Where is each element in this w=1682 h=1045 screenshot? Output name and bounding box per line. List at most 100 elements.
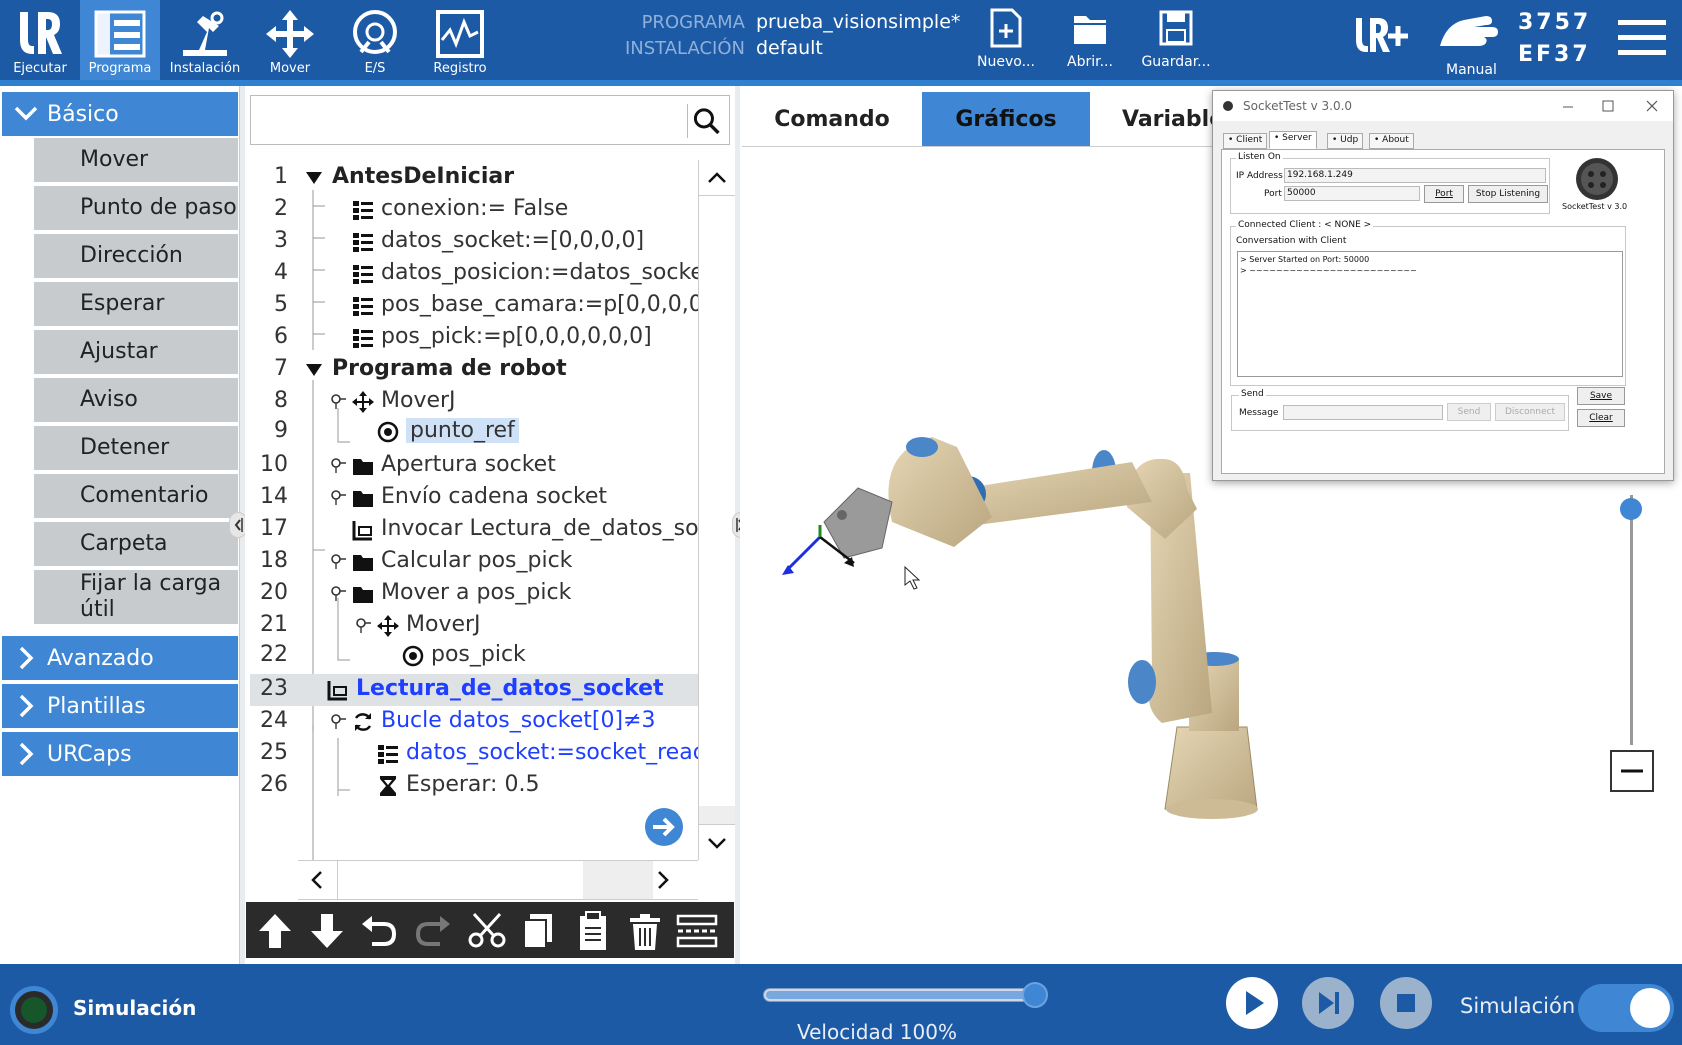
zoom-slider-knob[interactable]	[1620, 498, 1642, 520]
expand-triangle-icon[interactable]	[302, 358, 326, 382]
disconnect-button[interactable]: Disconnect	[1495, 403, 1565, 421]
tab-client[interactable]: • Client	[1223, 133, 1268, 149]
copy-icon[interactable]	[518, 910, 560, 952]
tree-row[interactable]: 1 AntesDeIniciar	[250, 162, 698, 194]
move-down-icon[interactable]	[306, 910, 348, 952]
tab-graficos[interactable]: Gráficos	[922, 92, 1090, 146]
sidebar-item-comentario[interactable]: Comentario	[34, 474, 238, 520]
node-connector-icon[interactable]	[329, 456, 347, 474]
tree-row[interactable]: 3 datos_socket:=[0,0,0,0]	[250, 226, 698, 258]
save-button[interactable]: Guardar...	[1134, 0, 1218, 80]
sockettest-titlebar[interactable]: SocketTest v 3.0.0	[1213, 91, 1673, 121]
clear-log-button[interactable]: Clear	[1577, 409, 1625, 427]
tree-row[interactable]: 21 MoverJ	[250, 610, 698, 642]
tree-horizontal-scrollbar[interactable]	[298, 860, 698, 900]
zoom-slider-track[interactable]	[1630, 495, 1633, 745]
tree-row[interactable]: 7 Programa de robot	[250, 354, 698, 386]
open-button[interactable]: Abrir...	[1048, 0, 1132, 80]
nav-mover[interactable]: Mover	[250, 0, 330, 80]
cut-icon[interactable]	[466, 910, 508, 952]
category-avanzado[interactable]: Avanzado	[2, 636, 238, 680]
hamburger-menu-icon[interactable]	[1616, 16, 1668, 60]
scroll-right-button[interactable]	[642, 861, 682, 899]
delete-icon[interactable]	[624, 910, 666, 952]
tree-row[interactable]: 2 conexion:= False	[250, 194, 698, 226]
tree-row[interactable]: 23 Lectura_de_datos_socket	[250, 674, 698, 706]
node-connector-icon[interactable]	[329, 392, 347, 410]
search-icon[interactable]	[687, 104, 721, 138]
tree-row[interactable]: 6 pos_pick:=p[0,0,0,0,0,0]	[250, 322, 698, 354]
ur-plus-icon[interactable]	[1352, 14, 1412, 60]
tab-comando[interactable]: Comando	[742, 92, 922, 146]
port-button[interactable]: Port	[1424, 185, 1464, 203]
move-up-icon[interactable]	[254, 910, 296, 952]
sidebar-item-detener[interactable]: Detener	[34, 426, 238, 472]
category-plantillas[interactable]: Plantillas	[2, 684, 238, 728]
scroll-thumb[interactable]	[699, 806, 735, 824]
sidebar-item-esperar[interactable]: Esperar	[34, 282, 238, 328]
tree-row[interactable]: 14 Envío cadena socket	[250, 482, 698, 514]
tree-row[interactable]: 25 datos_socket:=socket_read_a:	[250, 738, 698, 770]
simulation-toggle[interactable]	[1578, 984, 1674, 1032]
tree-row[interactable]: 20 Mover a pos_pick	[250, 578, 698, 610]
sidebar-item-ajustar[interactable]: Ajustar	[34, 330, 238, 376]
nav-ejecutar[interactable]: Ejecutar	[0, 0, 80, 80]
tree-row[interactable]: 24 Bucle datos_socket[0]≠3	[250, 706, 698, 738]
scroll-down-button[interactable]	[699, 824, 735, 860]
tab-variables[interactable]: Variable	[1090, 92, 1224, 146]
sidebar-item-direccion[interactable]: Dirección	[34, 234, 238, 280]
tree-row[interactable]: 17 Invocar Lectura_de_datos_socke	[250, 514, 698, 546]
tree-row[interactable]: 18 Calcular pos_pick	[250, 546, 698, 578]
category-urcaps[interactable]: URCaps	[2, 732, 238, 776]
nav-instalacion[interactable]: Instalación	[165, 0, 245, 80]
redo-icon[interactable]	[412, 910, 454, 952]
sidebar-item-aviso[interactable]: Aviso	[34, 378, 238, 424]
tab-about[interactable]: • About	[1369, 133, 1414, 149]
stop-listening-button[interactable]: Stop Listening	[1468, 185, 1548, 203]
expand-triangle-icon[interactable]	[302, 166, 326, 190]
stop-button[interactable]	[1380, 977, 1432, 1029]
scroll-left-button[interactable]	[298, 861, 338, 899]
save-log-button[interactable]: Save	[1577, 387, 1625, 405]
nav-registro[interactable]: Registro	[420, 0, 500, 80]
send-button[interactable]: Send	[1447, 403, 1491, 421]
maximize-button[interactable]	[1593, 95, 1623, 117]
nav-es[interactable]: E/S	[335, 0, 415, 80]
sidebar-item-mover[interactable]: Mover	[34, 138, 238, 184]
tree-row[interactable]: 8 MoverJ	[250, 386, 698, 418]
node-connector-icon[interactable]	[329, 584, 347, 602]
node-connector-icon[interactable]	[329, 552, 347, 570]
tab-udp[interactable]: • Udp	[1327, 133, 1364, 149]
mode-label[interactable]: Manual	[1446, 62, 1497, 78]
node-connector-icon[interactable]	[329, 488, 347, 506]
undo-icon[interactable]	[358, 910, 400, 952]
zoom-out-button[interactable]	[1610, 750, 1654, 792]
speed-slider-knob[interactable]	[1022, 982, 1048, 1008]
sidebar-item-punto-de-paso[interactable]: Punto de paso	[34, 186, 238, 232]
nav-programa[interactable]: Programa	[80, 0, 160, 80]
sidebar-item-fijar-carga[interactable]: Fijar la carga útil	[34, 570, 238, 626]
scroll-up-button[interactable]	[699, 160, 735, 196]
minimize-button[interactable]	[1553, 95, 1583, 117]
power-status-indicator[interactable]	[10, 986, 58, 1034]
tree-vertical-scrollbar[interactable]	[698, 160, 735, 860]
sidebar-item-carpeta[interactable]: Carpeta	[34, 522, 238, 568]
ip-address-field[interactable]: 192.168.1.249	[1284, 168, 1546, 183]
message-input[interactable]	[1283, 405, 1443, 420]
conversation-textarea[interactable]: > Server Started on Port: 50000 > ~~~~~~…	[1237, 251, 1623, 377]
close-button[interactable]	[1637, 95, 1667, 117]
search-input[interactable]	[250, 95, 730, 145]
tree-row[interactable]: 5 pos_base_camara:=p[0,0,0,0,0,0	[250, 290, 698, 322]
tree-row[interactable]: 10 Apertura socket	[250, 450, 698, 482]
tree-row[interactable]: 26 Esperar: 0.5	[250, 770, 698, 802]
paste-icon[interactable]	[572, 910, 614, 952]
node-connector-icon[interactable]	[329, 712, 347, 730]
node-connector-icon[interactable]	[354, 616, 372, 634]
new-button[interactable]: Nuevo...	[964, 0, 1048, 80]
go-to-current-line-button[interactable]	[645, 808, 683, 846]
tree-row[interactable]: 22 pos_pick	[250, 640, 698, 672]
tab-server[interactable]: • Server	[1269, 131, 1317, 149]
step-button[interactable]	[1302, 977, 1354, 1029]
category-basico[interactable]: Básico	[2, 92, 238, 136]
play-button[interactable]	[1226, 977, 1278, 1029]
